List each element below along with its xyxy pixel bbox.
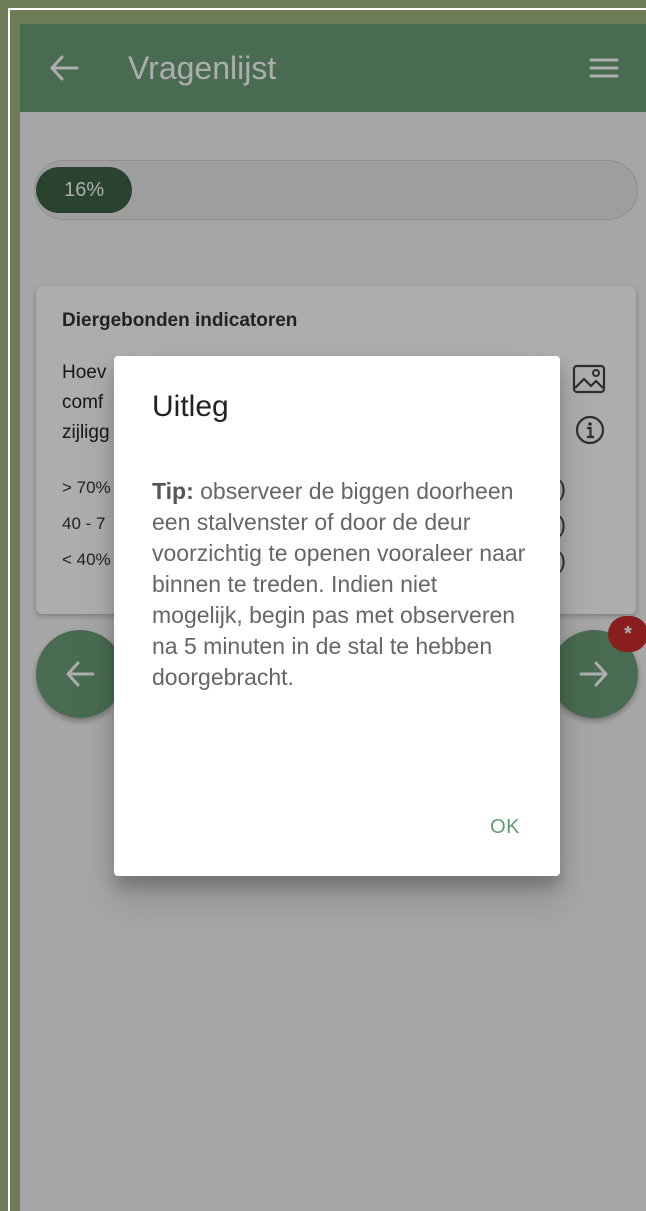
dialog-body: Tip: observeer de biggen doorheen een st…	[152, 476, 528, 693]
frame-inner-left	[10, 10, 18, 1211]
dialog-title: Uitleg	[152, 390, 229, 423]
frame-border-top	[0, 0, 646, 8]
frame-inner-top	[10, 10, 646, 22]
app-screen: Vragenlijst 16% Diergebonden indicatoren…	[20, 24, 646, 1211]
explanation-dialog: Uitleg Tip: observeer de biggen doorheen…	[114, 356, 560, 876]
tip-text: observeer de biggen doorheen een stalven…	[152, 478, 526, 690]
frame-border-left	[0, 0, 8, 1211]
ok-button[interactable]: OK	[490, 816, 520, 839]
tip-label: Tip:	[152, 478, 194, 504]
